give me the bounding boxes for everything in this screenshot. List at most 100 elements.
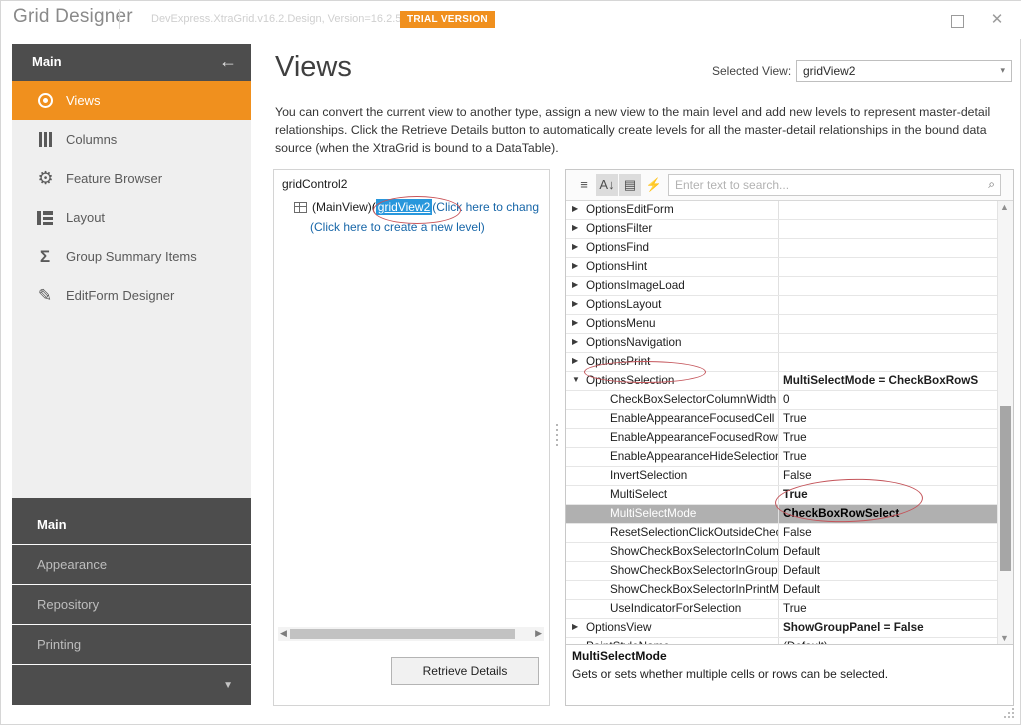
- property-grid-scrollbar[interactable]: ▲ ▼: [997, 201, 1013, 644]
- window-resize-grip[interactable]: [1004, 708, 1016, 720]
- expander-icon[interactable]: ▶: [572, 337, 582, 349]
- property-row[interactable]: ShowCheckBoxSelectorInColumnHeader Defaul…: [566, 543, 1013, 562]
- properties-button[interactable]: ▤: [619, 174, 641, 196]
- property-row[interactable]: ▶ OptionsView ShowGroupPanel = False: [566, 619, 1013, 638]
- property-row[interactable]: CheckBoxSelectorColumnWidth 0: [566, 391, 1013, 410]
- expander-icon[interactable]: ▶: [572, 318, 582, 330]
- categorized-view-button[interactable]: ≡: [573, 174, 595, 196]
- property-value[interactable]: 0: [783, 393, 997, 406]
- scroll-down-icon[interactable]: ▼: [1000, 633, 1009, 643]
- retrieve-details-button[interactable]: Retrieve Details: [391, 657, 539, 685]
- back-arrow-icon[interactable]: ←: [219, 51, 237, 72]
- expander-icon[interactable]: ▶: [572, 261, 582, 273]
- expander-placeholder: [572, 413, 582, 425]
- property-row[interactable]: UseIndicatorForSelection True: [566, 600, 1013, 619]
- property-row[interactable]: ▶ OptionsPrint: [566, 353, 1013, 372]
- property-value[interactable]: True: [783, 431, 997, 444]
- scroll-up-icon[interactable]: ▲: [1000, 202, 1009, 212]
- property-row[interactable]: ▶ OptionsHint: [566, 258, 1013, 277]
- search-input[interactable]: Enter text to search... ⌕: [668, 174, 1001, 196]
- property-row[interactable]: MultiSelect True: [566, 486, 1013, 505]
- property-value[interactable]: Default: [783, 583, 997, 596]
- property-row[interactable]: InvertSelection False: [566, 467, 1013, 486]
- sidebar-item-layout[interactable]: Layout: [12, 198, 251, 237]
- sidebar-item-editform-designer[interactable]: EditForm Designer: [12, 276, 251, 315]
- property-row[interactable]: EnableAppearanceFocusedRow True: [566, 429, 1013, 448]
- expander-placeholder: [572, 603, 582, 615]
- property-value[interactable]: True: [783, 602, 997, 615]
- property-row[interactable]: EnableAppearanceHideSelection True: [566, 448, 1013, 467]
- column-divider: [778, 619, 779, 637]
- property-row[interactable]: ▼ OptionsSelection MultiSelectMode = Check…: [566, 372, 1013, 391]
- sidebar-section-appearance[interactable]: Appearance: [12, 545, 251, 585]
- expander-icon[interactable]: ▶: [572, 242, 582, 254]
- expander-icon[interactable]: ▼: [572, 375, 582, 387]
- scroll-right-icon[interactable]: ▶: [535, 628, 542, 639]
- property-row[interactable]: ▶ OptionsFind: [566, 239, 1013, 258]
- property-description-panel: MultiSelectMode Gets or sets whether mul…: [566, 644, 1013, 705]
- sidebar-item-views[interactable]: Views: [12, 81, 251, 120]
- property-value[interactable]: MultiSelectMode = CheckBoxRowS: [783, 374, 997, 387]
- sidebar-section-printing[interactable]: Printing: [12, 625, 251, 665]
- tree-horizontal-scrollbar[interactable]: ◀ ▶: [278, 627, 544, 641]
- sidebar-item-group-summary-items[interactable]: Group Summary Items: [12, 237, 251, 276]
- expander-icon[interactable]: ▶: [572, 622, 582, 634]
- events-button[interactable]: ⚡: [643, 174, 665, 196]
- chevron-down-icon: ▼: [223, 679, 233, 691]
- expander-icon[interactable]: ▶: [572, 280, 582, 292]
- selected-view-node[interactable]: gridView2: [375, 199, 433, 215]
- property-value[interactable]: True: [783, 412, 997, 425]
- property-value[interactable]: True: [783, 450, 997, 463]
- panel-splitter[interactable]: [552, 169, 564, 706]
- property-row[interactable]: ▶ OptionsLayout: [566, 296, 1013, 315]
- property-name: OptionsLayout: [586, 298, 662, 311]
- scrollbar-thumb[interactable]: [290, 629, 515, 639]
- property-value[interactable]: False: [783, 469, 997, 482]
- property-name: ShowCheckBoxSelectorInColumnHeader: [610, 545, 778, 558]
- property-row[interactable]: ShowCheckBoxSelectorInGroupRow Default: [566, 562, 1013, 581]
- tree-main-view-row: (MainView)(gridView2 (Click here to chang: [294, 199, 539, 215]
- expander-placeholder: [572, 527, 582, 539]
- sidebar-item-feature-browser[interactable]: Feature Browser: [12, 159, 251, 198]
- property-name: OptionsNavigation: [586, 336, 682, 349]
- property-row[interactable]: ▶ OptionsEditForm: [566, 201, 1013, 220]
- sidebar-section-repository[interactable]: Repository: [12, 585, 251, 625]
- property-name: EnableAppearanceHideSelection: [610, 450, 778, 463]
- property-row[interactable]: ▶ OptionsMenu: [566, 315, 1013, 334]
- sidebar-item-label: Feature Browser: [66, 171, 163, 186]
- create-new-level-link[interactable]: (Click here to create a new level): [310, 220, 485, 234]
- property-row[interactable]: MultiSelectMode CheckBoxRowSelect: [566, 505, 1013, 524]
- sidebar-item-columns[interactable]: Columns: [12, 120, 251, 159]
- property-row[interactable]: ▶ OptionsFilter: [566, 220, 1013, 239]
- column-divider: [778, 258, 779, 276]
- close-button[interactable]: ✕: [984, 9, 1010, 31]
- change-view-link[interactable]: (Click here to chang: [432, 200, 539, 214]
- expander-icon[interactable]: ▶: [572, 299, 582, 311]
- grid-designer-window: Grid Designer DevExpress.XtraGrid.v16.2.…: [0, 0, 1021, 725]
- property-value[interactable]: False: [783, 526, 997, 539]
- scrollbar-thumb[interactable]: [1000, 406, 1011, 571]
- property-row[interactable]: ResetSelectionClickOutsideCheckboxSelect…: [566, 524, 1013, 543]
- property-value[interactable]: CheckBoxRowSelect: [783, 507, 997, 520]
- column-divider: [778, 600, 779, 618]
- maximize-button[interactable]: [944, 9, 970, 31]
- expander-icon[interactable]: ▶: [572, 223, 582, 235]
- property-row[interactable]: ▶ OptionsNavigation: [566, 334, 1013, 353]
- selected-view-combobox[interactable]: gridView2 ▾: [796, 60, 1012, 82]
- property-value[interactable]: Default: [783, 545, 997, 558]
- alphabetical-sort-button[interactable]: A↓: [596, 174, 618, 196]
- property-value[interactable]: Default: [783, 564, 997, 577]
- sidebar-more-button[interactable]: ▼: [12, 665, 251, 705]
- expander-icon[interactable]: ▶: [572, 204, 582, 216]
- scroll-left-icon[interactable]: ◀: [280, 628, 287, 639]
- property-value[interactable]: True: [783, 488, 997, 501]
- property-value[interactable]: ShowGroupPanel = False: [783, 621, 997, 634]
- search-icon[interactable]: ⌕: [988, 177, 995, 192]
- column-divider: [778, 334, 779, 352]
- property-row[interactable]: ShowCheckBoxSelectorInPrintMode Default: [566, 581, 1013, 600]
- property-row[interactable]: ▶ OptionsImageLoad: [566, 277, 1013, 296]
- sidebar-section-main[interactable]: Main: [12, 505, 251, 545]
- expander-icon[interactable]: ▶: [572, 356, 582, 368]
- property-rows-container[interactable]: ▶ OptionsEditForm ▶ OptionsFilter ▶ OptionsFi…: [566, 201, 1013, 644]
- property-row[interactable]: EnableAppearanceFocusedCell True: [566, 410, 1013, 429]
